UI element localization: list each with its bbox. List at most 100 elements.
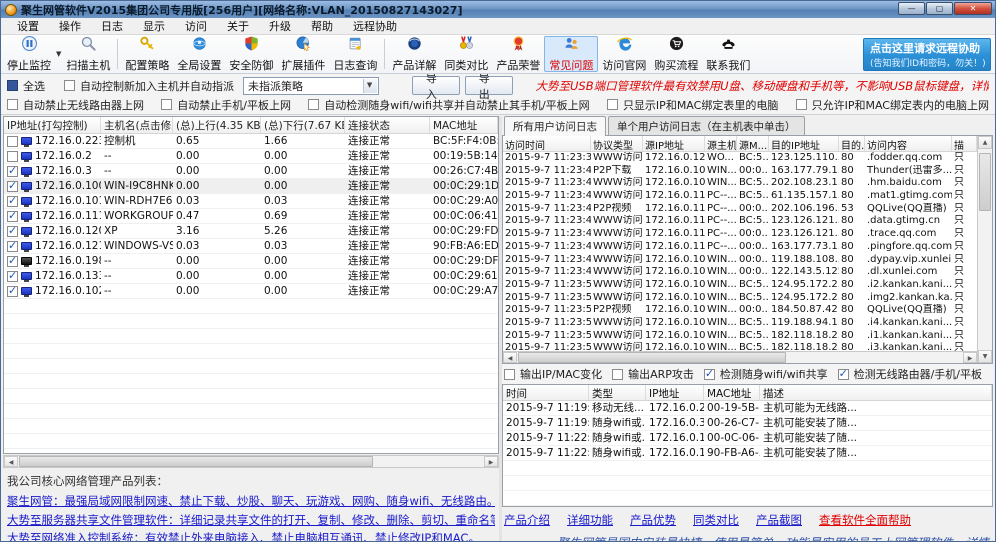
detect-wireless-router-checkbox[interactable] <box>837 367 849 380</box>
col-upload[interactable]: (总)上行(4.35 KB/S) <box>173 117 261 133</box>
host-row[interactable]: 172.16.0.223控制机0.65 1.66 连接正常 BC:5F:F4:0B:C… <box>4 134 498 149</box>
host-checkbox[interactable] <box>7 135 18 147</box>
security-defense-button[interactable]: 安全防御 <box>225 36 277 72</box>
log-row[interactable]: 2015-9-7 11:23:43WWW访问172.16.0.111PC--..… <box>503 190 977 203</box>
host-checkbox[interactable] <box>7 284 18 298</box>
menu-item-2[interactable]: 日志 <box>91 18 133 34</box>
menu-item-0[interactable]: 设置 <box>7 18 49 34</box>
log-row[interactable]: 2015-9-7 11:23:46WWW访问172.16.0.111PC--..… <box>503 228 977 241</box>
product-detail-button[interactable]: 产品详解 <box>388 36 440 72</box>
log-row[interactable]: 2015-9-7 11:23:44P2P视频 172.16.0.111PC--..… <box>503 202 977 216</box>
auto-assign-checkbox[interactable] <box>64 80 76 91</box>
col-desc[interactable]: 描 <box>952 136 977 151</box>
col-alert-time[interactable]: 时间 <box>503 385 589 400</box>
host-checkbox[interactable] <box>7 209 18 223</box>
log-row[interactable]: 2015-9-7 11:23:42WWW访问172.16.0.100WIN...… <box>503 177 977 191</box>
col-alert-mac[interactable]: MAC地址 <box>704 385 760 400</box>
menu-item-6[interactable]: 升级 <box>259 18 301 34</box>
menu-item-3[interactable]: 显示 <box>133 18 175 34</box>
host-name[interactable]: WINDOWS-VS... <box>101 239 173 253</box>
col-src-ip[interactable]: 源IP地址 <box>643 136 705 151</box>
host-name[interactable]: WIN-RDH7E6... <box>101 194 173 208</box>
tab-all-user-logs[interactable]: 所有用户访问日志 <box>504 116 606 136</box>
scroll-thumb[interactable] <box>518 352 786 363</box>
host-checkbox[interactable] <box>7 254 18 268</box>
comparison-button[interactable]: 同类对比 <box>440 36 492 72</box>
ban-wireless-router-checkbox[interactable] <box>7 99 18 110</box>
menu-item-1[interactable]: 操作 <box>49 18 91 34</box>
log-row[interactable]: 2015-9-7 11:23:45WWW访问172.16.0.111PC--..… <box>503 215 977 229</box>
output-arp-attack-checkbox[interactable] <box>612 368 624 380</box>
col-ip[interactable]: IP地址(打勾控制) <box>4 117 101 133</box>
ban-phone-pad-checkbox[interactable] <box>161 99 173 110</box>
host-name[interactable]: -- <box>101 149 173 163</box>
bottom-link-2[interactable]: 产品优势 <box>630 512 676 528</box>
auto-detect-wifi-checkbox[interactable] <box>308 99 320 110</box>
host-name[interactable]: XP <box>101 224 173 238</box>
log-row[interactable]: 2015-9-7 11:23:41P2P下载 172.16.0.100WIN...… <box>503 164 977 178</box>
log-row[interactable]: 2015-9-7 11:23:52P2P视频 172.16.0.100WIN...… <box>503 304 977 317</box>
alert-row[interactable]: 2015-9-7 11:22:3随身wifi或...172.16.0.1...0… <box>503 431 992 446</box>
host-name[interactable]: -- <box>101 284 173 298</box>
host-name[interactable]: -- <box>101 164 173 178</box>
scroll-right-arrow[interactable] <box>963 352 977 363</box>
product-link-0[interactable]: 聚生网管：最强局域网限制网速、禁止下载、炒股、聊天、玩游戏、网购、随身wifi、… <box>7 493 495 509</box>
col-time[interactable]: 访问时间 <box>503 136 591 151</box>
menu-item-5[interactable]: 关于 <box>217 18 259 34</box>
log-row[interactable]: 2015-9-7 11:23:38WWW访问172.16.0.121WO... B… <box>503 152 977 165</box>
only-show-bound-checkbox[interactable] <box>606 99 618 110</box>
col-dst-port[interactable]: 目的... <box>839 136 865 151</box>
host-name[interactable]: -- <box>101 269 173 283</box>
faq-button[interactable]: 常见问题 <box>544 36 599 72</box>
host-row[interactable]: 172.16.0.3--0.000.00连接正常00:26:C7:4B:91:A… <box>4 164 498 179</box>
scroll-thumb[interactable] <box>19 456 374 467</box>
alert-row[interactable]: 2015-9-7 11:22:51随身wifi或...172.16.0.1...… <box>503 446 992 461</box>
policy-config-button[interactable]: 配置策略 <box>121 36 173 72</box>
col-download[interactable]: (总)下行(7.67 KB/S) <box>261 117 345 133</box>
export-button[interactable]: 导出 <box>464 72 513 101</box>
log-row[interactable]: 2015-9-7 11:23:48WWW访问172.16.0.100WIN...… <box>503 253 977 267</box>
product-honor-button[interactable]: 产品荣誉 <box>492 36 544 72</box>
alert-row[interactable]: 2015-9-7 11:19:28移动无线... 172.16.0.200-19-… <box>503 401 992 416</box>
product-link-2[interactable]: 大势至网络准入控制系统：有效禁止外来电脑接入、禁止电脑相互通讯、禁止修改IP和M… <box>7 530 495 541</box>
alert-row[interactable]: 2015-9-7 11:19:56随身wifi或...172.16.0.300-… <box>503 416 992 431</box>
plugins-button[interactable]: 扩展插件 <box>277 36 329 72</box>
log-row[interactable]: 2015-9-7 11:23:47WWW访问172.16.0.111PC--..… <box>503 240 977 254</box>
host-row[interactable]: 172.16.0.102--0.000.00连接正常00:0C:29:A7:3D… <box>4 284 498 299</box>
minimize-button[interactable] <box>898 2 925 15</box>
host-checkbox[interactable] <box>7 224 18 238</box>
only-allow-bound-checkbox[interactable] <box>795 99 807 110</box>
host-checkbox[interactable] <box>7 179 18 193</box>
maximize-button[interactable] <box>926 2 953 15</box>
col-mac[interactable]: MAC地址 <box>430 117 498 133</box>
detect-wifi-share-checkbox[interactable] <box>703 367 715 380</box>
col-dst-ip[interactable]: 目的IP地址 <box>769 136 839 151</box>
policy-dropdown[interactable]: 未指派策略 <box>243 76 379 95</box>
select-all-checkbox[interactable] <box>7 80 18 91</box>
col-status[interactable]: 连接状态 <box>345 117 430 133</box>
stop-monitor-button[interactable]: 停止监控 <box>3 35 55 72</box>
import-button[interactable]: 导入 <box>411 72 460 101</box>
help-link[interactable]: 查看软件全面帮助 <box>819 512 911 528</box>
host-name[interactable]: -- <box>101 254 173 268</box>
scroll-down-arrow[interactable] <box>978 350 992 363</box>
host-checkbox[interactable] <box>7 194 18 208</box>
bottom-link-3[interactable]: 同类对比 <box>693 512 739 528</box>
host-checkbox[interactable] <box>7 269 18 283</box>
host-row[interactable]: 172.16.0.121WINDOWS-VS...0.030.03连接正常90:… <box>4 239 498 254</box>
scroll-up-arrow[interactable] <box>978 136 992 149</box>
host-name[interactable]: WORKGROUP... <box>101 209 173 223</box>
scroll-left-arrow[interactable] <box>4 456 18 467</box>
tab-single-user-logs[interactable]: 单个用户访问日志（在主机表中单击） <box>608 116 805 135</box>
host-checkbox[interactable] <box>7 164 18 178</box>
host-row[interactable]: 172.16.0.101WIN-RDH7E6...0.030.03连接正常00:… <box>4 194 498 209</box>
scroll-thumb[interactable] <box>979 153 991 211</box>
host-name[interactable]: 控制机 <box>101 134 173 148</box>
usb-ad-link[interactable]: 大势至USB端口管理软件最有效禁用U盘、移动硬盘和手机等，不影响USB鼠标键盘，… <box>536 78 989 94</box>
col-src-host[interactable]: 源主机 <box>705 136 737 151</box>
menu-item-4[interactable]: 访问 <box>175 18 217 34</box>
host-row[interactable]: 172.16.0.198--0.000.00连接正常00:0C:29:DF:BD… <box>4 254 498 269</box>
host-row[interactable]: 172.16.0.100WIN-I9C8HNK...0.000.00连接正常00… <box>4 179 498 194</box>
global-settings-button[interactable]: 全局设置 <box>173 36 225 72</box>
host-name[interactable]: WIN-I9C8HNK... <box>101 179 173 193</box>
